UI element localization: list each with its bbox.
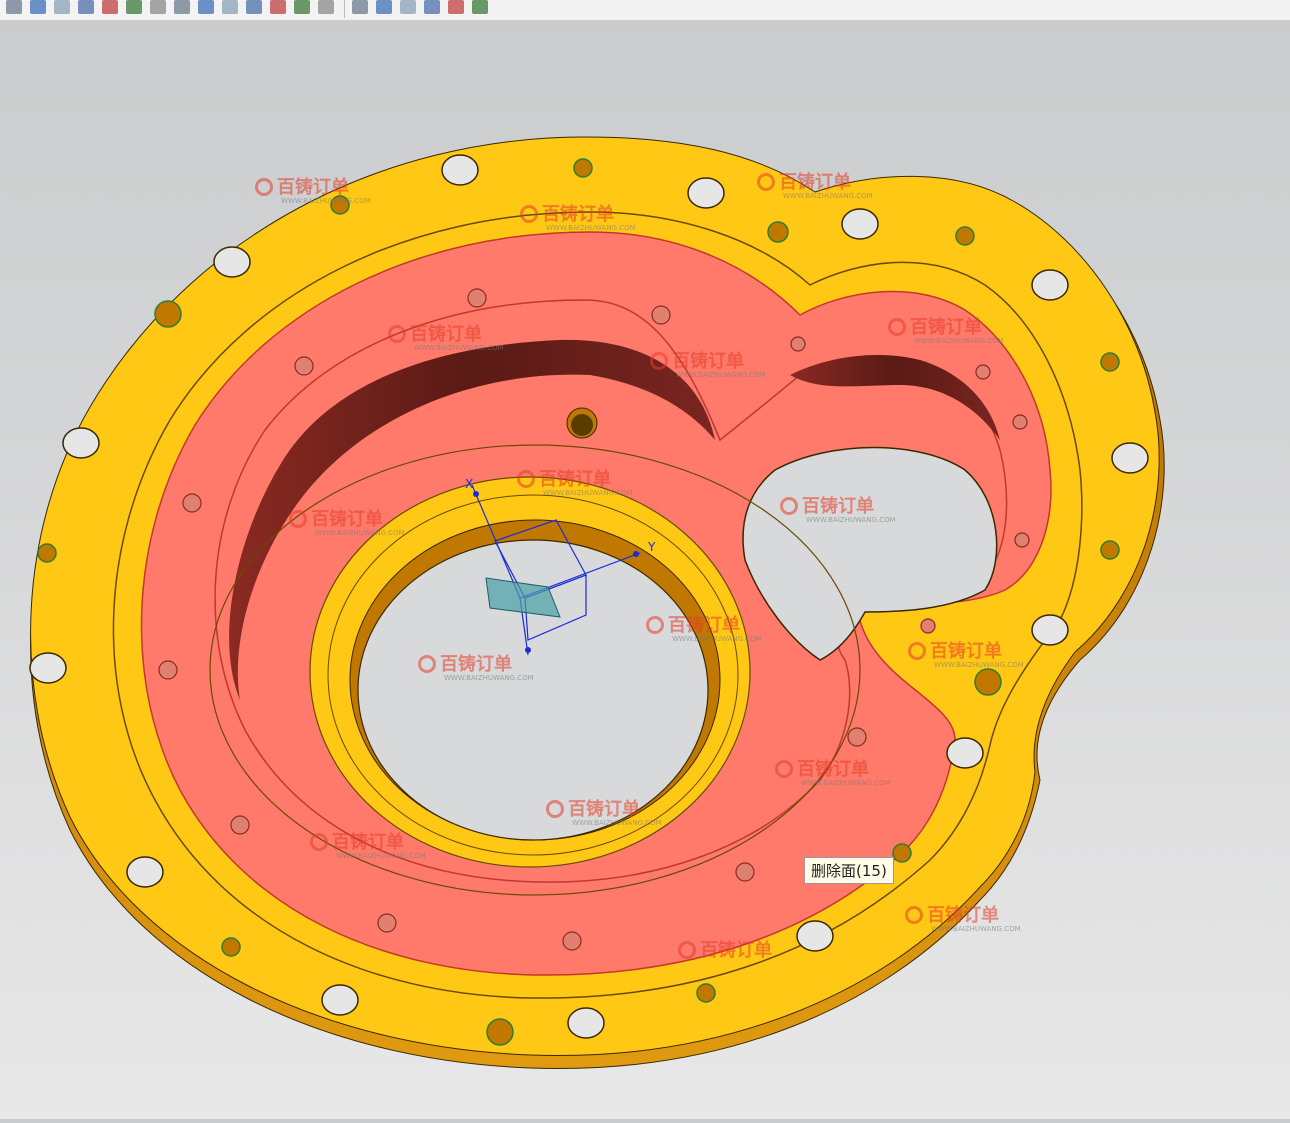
snap-point-icon[interactable] [102, 0, 118, 14]
layer-icon[interactable] [318, 0, 334, 14]
y-axis-label: Y [647, 540, 656, 554]
z-axis-arrow [525, 647, 531, 653]
cube-view-icon[interactable] [448, 0, 464, 14]
display-icon[interactable] [294, 0, 310, 14]
model-view[interactable]: X Y [0, 21, 1290, 1119]
select-icon[interactable] [6, 0, 22, 14]
grid-icon[interactable] [400, 0, 416, 14]
plus-icon[interactable] [246, 0, 262, 14]
circle-center-icon[interactable] [198, 0, 214, 14]
y-axis-arrow [633, 551, 639, 557]
graphics-viewport[interactable]: X Y [0, 21, 1290, 1119]
view-icon[interactable] [352, 0, 368, 14]
edit-icon[interactable] [270, 0, 286, 14]
line-icon[interactable] [126, 0, 142, 14]
box-select-icon[interactable] [30, 0, 46, 14]
material-icon[interactable] [472, 0, 488, 14]
selection-tooltip: 删除面(15) [804, 857, 894, 884]
cube-icon[interactable] [54, 0, 70, 14]
small-hole-inner [571, 414, 593, 436]
refresh-icon[interactable] [376, 0, 392, 14]
render-icon[interactable] [424, 0, 440, 14]
x-axis-arrow [473, 491, 479, 497]
toolbar-separator [344, 0, 345, 18]
arc-icon[interactable] [150, 0, 166, 14]
shaded-cube-icon[interactable] [78, 0, 94, 14]
axis-icon[interactable] [174, 0, 190, 14]
toolbar [0, 0, 1290, 21]
x-axis-label: X [465, 477, 473, 491]
point-icon[interactable] [222, 0, 238, 14]
